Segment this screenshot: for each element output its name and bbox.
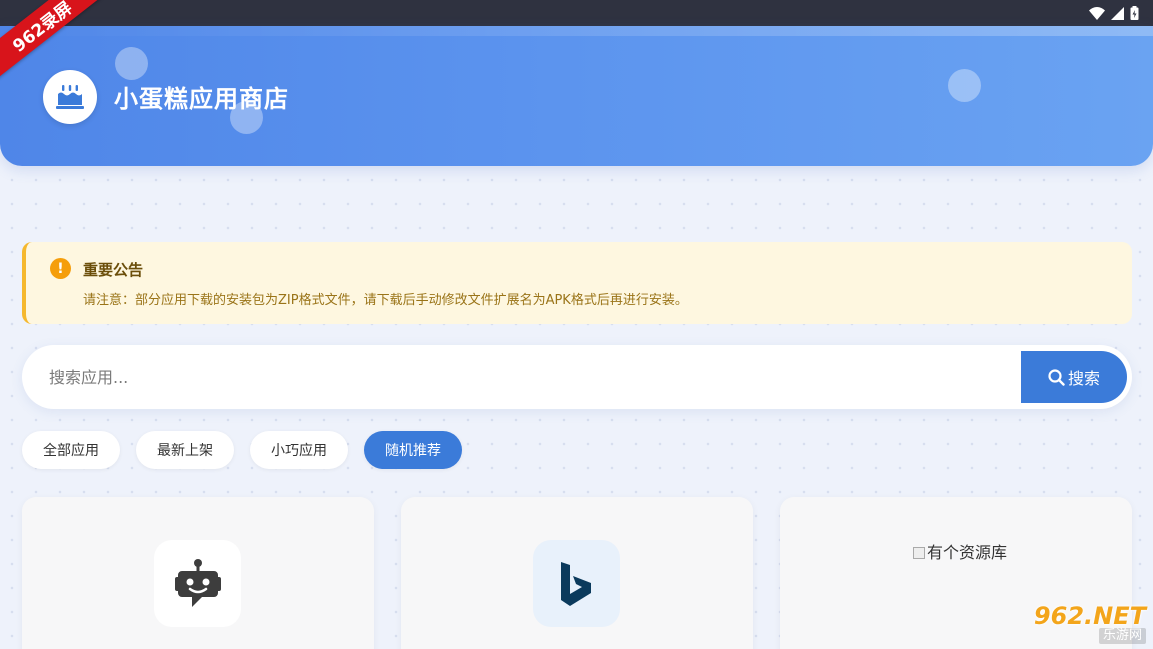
bing-icon	[560, 561, 591, 606]
announcement-banner: ! 重要公告 请注意：部分应用下载的安装包为ZIP格式文件，请下载后手动修改文件…	[22, 242, 1132, 324]
announcement-text: 请注意：部分应用下载的安装包为ZIP格式文件，请下载后手动修改文件扩展名为APK…	[83, 293, 688, 308]
search-input[interactable]	[22, 345, 1012, 409]
site-watermark: 962.NET 乐游网	[1014, 603, 1146, 645]
decor-bubble	[948, 69, 981, 102]
watermark-subtext: 乐游网	[1098, 628, 1146, 644]
warning-icon: !	[50, 258, 71, 279]
search-button-label: 搜索	[1067, 369, 1100, 388]
app-icon	[533, 540, 620, 627]
app-title: 小蛋糕应用商店	[114, 85, 289, 113]
decor-bubble	[115, 47, 148, 80]
tab-newest[interactable]: 最新上架	[136, 431, 234, 469]
app-card[interactable]	[401, 497, 753, 649]
category-tabs: 全部应用 最新上架 小巧应用 随机推荐	[22, 431, 462, 469]
broken-image: 有个资源库	[913, 539, 1013, 567]
tab-all-apps[interactable]: 全部应用	[22, 431, 120, 469]
tab-small-apps[interactable]: 小巧应用	[250, 431, 348, 469]
cake-icon	[56, 85, 84, 109]
app-header: 小蛋糕应用商店	[0, 26, 1153, 166]
tab-random[interactable]: 随机推荐	[364, 431, 462, 469]
announcement-title: 重要公告	[83, 261, 144, 279]
status-bar	[0, 0, 1153, 26]
search-button[interactable]: 搜索	[1021, 351, 1127, 403]
app-icon	[154, 540, 241, 627]
battery-icon	[1130, 6, 1139, 20]
wifi-icon	[1089, 6, 1105, 20]
search-bar: 搜索	[22, 345, 1132, 409]
watermark-logo: 962.NET	[1033, 602, 1146, 630]
broken-image-icon	[913, 547, 925, 559]
search-icon	[1048, 368, 1065, 386]
signal-icon	[1111, 6, 1124, 20]
broken-image-alt: 有个资源库	[927, 543, 1008, 562]
robot-icon	[174, 558, 221, 607]
header-top-band	[0, 26, 1153, 36]
app-card[interactable]	[22, 497, 374, 649]
app-logo	[43, 70, 97, 124]
